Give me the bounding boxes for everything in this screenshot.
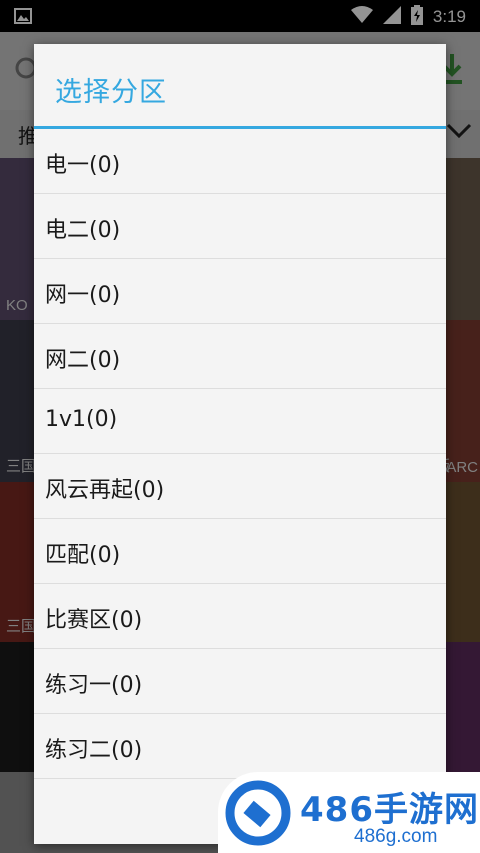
zone-item-label: 练习二(0) [45, 738, 143, 763]
dialog-title: 选择分区 [55, 77, 167, 108]
zone-item[interactable]: 匹配(0) [34, 519, 446, 584]
zone-item[interactable]: 比赛区(0) [34, 584, 446, 649]
zone-item-label: 比赛区(0) [45, 608, 143, 633]
select-zone-dialog: 选择分区 电一(0) 电二(0) 网一(0) 网二(0) 1v1(0) 风云再起… [34, 44, 446, 844]
zone-item-label: 电一(0) [45, 153, 121, 178]
zone-item-label: 风云再起(0) [45, 478, 165, 503]
zone-item-label: 1v1(0) [45, 407, 118, 432]
zone-item[interactable]: 网一(0) [34, 259, 446, 324]
zone-item[interactable]: 1v1(0) [34, 389, 446, 454]
zone-item[interactable]: 电一(0) [34, 129, 446, 194]
zone-item-label: 练习一(0) [45, 673, 143, 698]
zone-list: 电一(0) 电二(0) 网一(0) 网二(0) 1v1(0) 风云再起(0) 匹… [34, 129, 446, 779]
zone-item[interactable]: 练习二(0) [34, 714, 446, 779]
zone-item-label: 匹配(0) [45, 543, 121, 568]
zone-item[interactable]: 网二(0) [34, 324, 446, 389]
zone-item-label: 网一(0) [45, 283, 121, 308]
zone-item-label: 电二(0) [45, 218, 121, 243]
zone-item[interactable]: 电二(0) [34, 194, 446, 259]
watermark-logo-icon [225, 780, 291, 846]
zone-item-label: 网二(0) [45, 348, 121, 373]
watermark-title: 486手游网 [300, 790, 479, 830]
zone-item[interactable]: 风云再起(0) [34, 454, 446, 519]
zone-item[interactable]: 练习一(0) [34, 649, 446, 714]
watermark: 486手游网 486g.com [218, 772, 480, 853]
watermark-subtitle: 486g.com [354, 826, 438, 847]
